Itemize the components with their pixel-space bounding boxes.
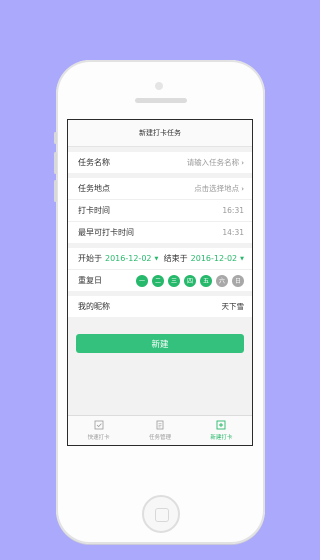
earliest-time-row[interactable]: 最早可打卡时间 14:31 — [68, 222, 252, 243]
day-toggle-thu[interactable]: 四 — [184, 274, 196, 287]
front-camera — [155, 82, 163, 90]
checkin-time-value[interactable]: 16:31 — [222, 206, 244, 215]
tab-label: 任务管理 — [148, 435, 171, 441]
time-location-group: 任务地点 点击选择地点 › 打卡时间 16:31 最早可打卡时间 14:31 — [68, 178, 252, 243]
earliest-time-value[interactable]: 14:31 — [222, 228, 244, 237]
day-toggle-tue[interactable]: 二 — [152, 274, 164, 287]
caret-down-icon: ▼ — [240, 255, 244, 262]
home-button[interactable] — [142, 495, 180, 533]
task-location-label: 任务地点 — [78, 184, 110, 193]
task-name-row[interactable]: 任务名称 请输入任务名称 › — [68, 152, 252, 173]
bottom-tab-bar: 快速打卡 任务管理 新建打卡 — [68, 415, 252, 445]
earpiece-speaker — [135, 98, 187, 103]
task-location-row[interactable]: 任务地点 点击选择地点 › — [68, 178, 252, 200]
tab-quick-checkin[interactable]: 快速打卡 — [68, 416, 129, 445]
repeat-label: 重复日 — [78, 276, 102, 285]
nickname-label: 我的昵称 — [78, 302, 110, 311]
caret-down-icon: ▼ — [154, 255, 159, 262]
end-date-picker[interactable]: 结束于 2016-12-02 ▼ — [164, 253, 244, 264]
task-name-placeholder: 请输入任务名称 — [186, 158, 240, 167]
date-range-row: 开始于 2016-12-02 ▼ 结束于 2016-12-02 ▼ — [68, 248, 252, 270]
start-label: 开始于 — [78, 254, 102, 263]
doc-icon — [156, 420, 164, 430]
day-toggle-mon[interactable]: 一 — [136, 274, 148, 287]
tab-new-checkin[interactable]: 新建打卡 — [191, 416, 252, 445]
plus-icon — [216, 420, 226, 430]
day-toggle-sun[interactable]: 日 — [232, 274, 244, 287]
day-toggle-sat[interactable]: 六 — [216, 274, 228, 287]
earliest-time-label: 最早可打卡时间 — [78, 228, 134, 237]
tab-task-manage[interactable]: 任务管理 — [129, 416, 190, 445]
chevron-right-icon: › — [241, 158, 244, 167]
location-picker[interactable]: 点击选择地点 › — [194, 183, 244, 194]
repeat-day-selector: 一 二 三 四 五 六 日 — [136, 274, 244, 287]
date-repeat-group: 开始于 2016-12-02 ▼ 结束于 2016-12-02 ▼ 重复日 一 … — [68, 248, 252, 291]
app-screen: 新建打卡任务 任务名称 请输入任务名称 › 任务地点 点击选择地点 › 打卡时间… — [67, 119, 253, 446]
start-date-picker[interactable]: 开始于 2016-12-02 ▼ — [78, 253, 158, 264]
task-name-input[interactable]: 请输入任务名称 › — [187, 157, 244, 168]
end-label: 结束于 — [163, 254, 188, 263]
start-date-value: 2016-12-02 — [105, 254, 152, 263]
task-name-label: 任务名称 — [78, 158, 110, 167]
day-toggle-fri[interactable]: 五 — [200, 274, 212, 287]
task-name-group: 任务名称 请输入任务名称 › — [68, 152, 252, 173]
check-icon — [94, 420, 104, 430]
volume-down-button — [54, 180, 57, 202]
nickname-group: 我的昵称 天下雪 — [68, 296, 252, 317]
repeat-days-row: 重复日 一 二 三 四 五 六 日 — [68, 270, 252, 291]
end-date-value: 2016-12-02 — [190, 254, 238, 263]
nickname-value[interactable]: 天下雪 — [222, 301, 245, 312]
checkin-time-label: 打卡时间 — [78, 206, 110, 215]
volume-up-button — [54, 152, 57, 174]
chevron-right-icon: › — [241, 184, 244, 193]
create-button[interactable]: 新建 — [76, 334, 244, 353]
nickname-row[interactable]: 我的昵称 天下雪 — [68, 296, 252, 317]
location-placeholder: 点击选择地点 — [194, 184, 240, 193]
tab-label: 新建打卡 — [210, 435, 233, 441]
checkin-time-row[interactable]: 打卡时间 16:31 — [68, 200, 252, 222]
day-toggle-wed[interactable]: 三 — [168, 274, 180, 287]
page-title: 新建打卡任务 — [68, 120, 252, 147]
tab-label: 快速打卡 — [87, 435, 110, 441]
mute-switch — [54, 132, 57, 144]
